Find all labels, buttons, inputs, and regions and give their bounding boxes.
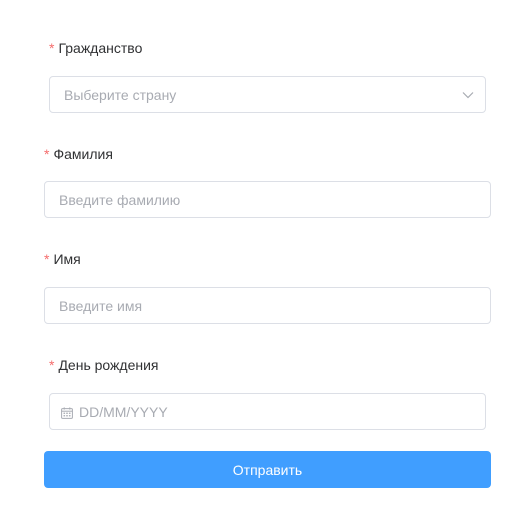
citizenship-label-text: Гражданство [58,40,143,56]
submit-button[interactable]: Отправить [44,451,491,488]
last-name-label: * Фамилия [44,146,113,162]
birth-date-input[interactable] [73,403,485,420]
citizenship-label: * Гражданство [49,40,142,56]
birth-date-picker[interactable] [49,393,486,430]
birth-date-label: * День рождения [49,357,159,373]
birth-date-label-text: День рождения [58,357,159,373]
first-name-label: * Имя [44,251,81,267]
first-name-label-text: Имя [53,251,81,267]
chevron-down-icon[interactable] [461,88,475,102]
calendar-icon [61,406,73,419]
citizenship-select-input[interactable] [50,86,485,103]
last-name-field[interactable] [44,181,491,218]
required-asterisk: * [49,357,55,373]
first-name-field[interactable] [44,287,491,324]
citizenship-select[interactable] [49,76,486,113]
required-asterisk: * [49,40,55,56]
required-asterisk: * [44,146,50,162]
last-name-label-text: Фамилия [53,146,113,162]
last-name-input[interactable] [45,191,490,208]
first-name-input[interactable] [45,297,490,314]
required-asterisk: * [44,251,50,267]
